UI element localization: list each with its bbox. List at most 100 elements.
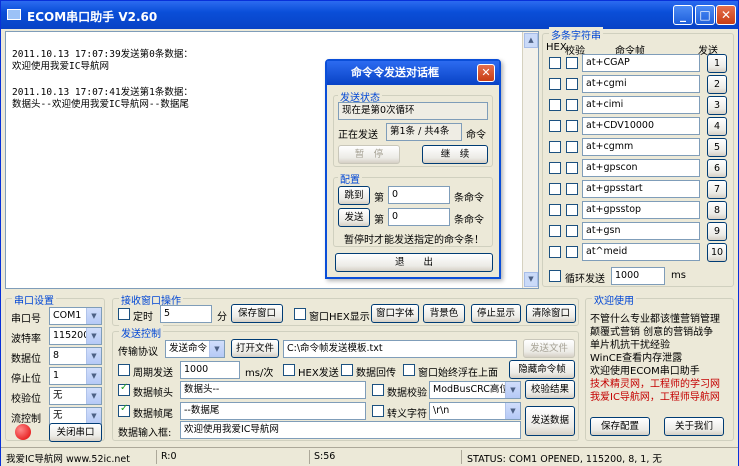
hex-checkbox[interactable] xyxy=(549,246,561,258)
chevron-down-icon[interactable]: ▼ xyxy=(86,308,101,324)
frame-head-input[interactable]: 数据头-- xyxy=(180,381,366,399)
cmd-field[interactable]: at+gpscon xyxy=(582,159,700,177)
port-select[interactable]: COM1 ▼ xyxy=(49,307,102,325)
cmd-field[interactable]: at+gpsstart xyxy=(582,180,700,198)
hex-checkbox[interactable] xyxy=(549,183,561,195)
chevron-down-icon[interactable]: ▼ xyxy=(86,368,101,384)
check-checkbox[interactable] xyxy=(566,120,578,132)
chevron-down-icon[interactable]: ▼ xyxy=(209,341,224,357)
cmd-field[interactable]: at+cgmi xyxy=(582,75,700,93)
about-us-button[interactable]: 关于我们 xyxy=(664,417,724,436)
send-cmd-button[interactable]: 7 xyxy=(707,180,727,199)
timer-checkbox[interactable] xyxy=(118,308,130,320)
hex-checkbox[interactable] xyxy=(549,57,561,69)
period-input[interactable]: 1000 xyxy=(180,361,240,379)
send-cmd-button[interactable]: 10 xyxy=(707,243,727,262)
send-file-button[interactable]: 发送文件 xyxy=(523,339,575,358)
check-checkbox[interactable] xyxy=(566,99,578,111)
send-cmd-button[interactable]: 3 xyxy=(707,96,727,115)
dialog-title[interactable]: 命令令发送对话框 xyxy=(327,61,499,85)
check-checkbox[interactable] xyxy=(566,78,578,90)
check-checkbox[interactable] xyxy=(566,162,578,174)
timer-input[interactable]: 5 xyxy=(160,305,212,323)
jump-input[interactable]: 0 xyxy=(388,186,450,204)
hex-checkbox[interactable] xyxy=(549,99,561,111)
loop-send-checkbox[interactable] xyxy=(549,270,561,282)
chevron-down-icon[interactable]: ▼ xyxy=(505,403,520,419)
frame-head-checkbox[interactable] xyxy=(118,382,130,396)
scroll-up-icon[interactable]: ▲ xyxy=(524,33,538,48)
send-index-button[interactable]: 发送 xyxy=(338,208,370,227)
check-checkbox[interactable] xyxy=(566,204,578,216)
hex-checkbox[interactable] xyxy=(549,204,561,216)
check-checkbox[interactable] xyxy=(566,183,578,195)
open-file-button[interactable]: 打开文件 xyxy=(231,339,279,358)
pause-button[interactable]: 暂 停 xyxy=(338,145,400,164)
hex-checkbox[interactable] xyxy=(549,141,561,153)
send-cmd-button[interactable]: 9 xyxy=(707,222,727,241)
clear-window-button[interactable]: 清除窗口 xyxy=(526,304,576,323)
check-checkbox[interactable] xyxy=(566,57,578,69)
file-path-input[interactable]: C:\命令帧发送模板.txt xyxy=(283,340,517,358)
window-font-button[interactable]: 窗口字体 xyxy=(371,304,419,323)
baud-select[interactable]: 115200 ▼ xyxy=(49,327,102,345)
send-data-button[interactable]: 发送数据 xyxy=(525,406,575,436)
jump-button[interactable]: 跳到 xyxy=(338,186,370,205)
send-cmd-button[interactable]: 6 xyxy=(707,159,727,178)
close-port-button[interactable]: 关闭串口 xyxy=(49,423,102,442)
check-mode-select[interactable]: ModBusCRC高位在 ▼ xyxy=(429,381,521,399)
parity-select[interactable]: 无 ▼ xyxy=(49,387,102,405)
period-send-checkbox[interactable] xyxy=(118,364,130,376)
chevron-down-icon[interactable]: ▼ xyxy=(86,388,101,404)
save-window-button[interactable]: 保存窗口 xyxy=(231,304,283,323)
send-cmd-button[interactable]: 2 xyxy=(707,75,727,94)
scroll-down-icon[interactable]: ▼ xyxy=(524,272,538,287)
send-cmd-button[interactable]: 8 xyxy=(707,201,727,220)
send-index-input[interactable]: 0 xyxy=(388,208,450,226)
chevron-down-icon[interactable]: ▼ xyxy=(505,382,520,398)
hex-display-checkbox[interactable] xyxy=(294,308,306,320)
cmd-field[interactable]: at+cgmm xyxy=(582,138,700,156)
hex-checkbox[interactable] xyxy=(549,162,561,174)
echo-checkbox[interactable] xyxy=(341,364,353,376)
escape-checkbox[interactable] xyxy=(372,405,384,417)
cmd-field[interactable]: at+CDV10000 xyxy=(582,117,700,135)
save-config-button[interactable]: 保存配置 xyxy=(590,417,650,436)
hide-cmd-button[interactable]: 隐藏命令帧 xyxy=(509,360,575,379)
send-cmd-button[interactable]: 1 xyxy=(707,54,727,73)
receive-scrollbar[interactable]: ▲ ▼ xyxy=(522,32,538,288)
cmd-field[interactable]: at^meid xyxy=(582,243,700,261)
hex-send-checkbox[interactable] xyxy=(283,364,295,376)
hex-checkbox[interactable] xyxy=(549,120,561,132)
cmd-field[interactable]: at+gsn xyxy=(582,222,700,240)
chevron-down-icon[interactable]: ▼ xyxy=(86,328,101,344)
close-button[interactable]: ✕ xyxy=(716,5,736,25)
frame-tail-checkbox[interactable] xyxy=(118,403,130,417)
continue-button[interactable]: 继 续 xyxy=(422,145,488,164)
data-input-field[interactable]: 欢迎使用我爱IC导航网 xyxy=(180,421,521,439)
stop-bits-select[interactable]: 1 ▼ xyxy=(49,367,102,385)
loop-interval-input[interactable]: 1000 xyxy=(611,267,665,285)
welcome-red-link[interactable]: 我爱IC导航网，工程师导航网 xyxy=(590,388,720,403)
background-color-button[interactable]: 背景色 xyxy=(423,304,465,323)
minimize-button[interactable]: _ xyxy=(673,5,693,25)
check-checkbox[interactable] xyxy=(566,141,578,153)
dialog-close-button[interactable]: ✕ xyxy=(477,64,495,82)
escape-select[interactable]: \r\n ▼ xyxy=(429,402,521,420)
hex-checkbox[interactable] xyxy=(549,225,561,237)
frame-tail-input[interactable]: --数据尾 xyxy=(180,402,366,420)
check-checkbox[interactable] xyxy=(566,225,578,237)
send-cmd-button[interactable]: 4 xyxy=(707,117,727,136)
maximize-button[interactable]: □ xyxy=(695,5,715,25)
check-result-button[interactable]: 校验结果 xyxy=(525,380,575,399)
cmd-field[interactable]: at+cimi xyxy=(582,96,700,114)
data-bits-select[interactable]: 8 ▼ xyxy=(49,347,102,365)
exit-button[interactable]: 退 出 xyxy=(335,253,493,272)
protocol-select[interactable]: 发送命令 ▼ xyxy=(165,340,225,358)
chevron-down-icon[interactable]: ▼ xyxy=(86,408,101,424)
data-check-checkbox[interactable] xyxy=(372,384,384,396)
check-checkbox[interactable] xyxy=(566,246,578,258)
chevron-down-icon[interactable]: ▼ xyxy=(86,348,101,364)
hex-checkbox[interactable] xyxy=(549,78,561,90)
cmd-field[interactable]: at+gpsstop xyxy=(582,201,700,219)
